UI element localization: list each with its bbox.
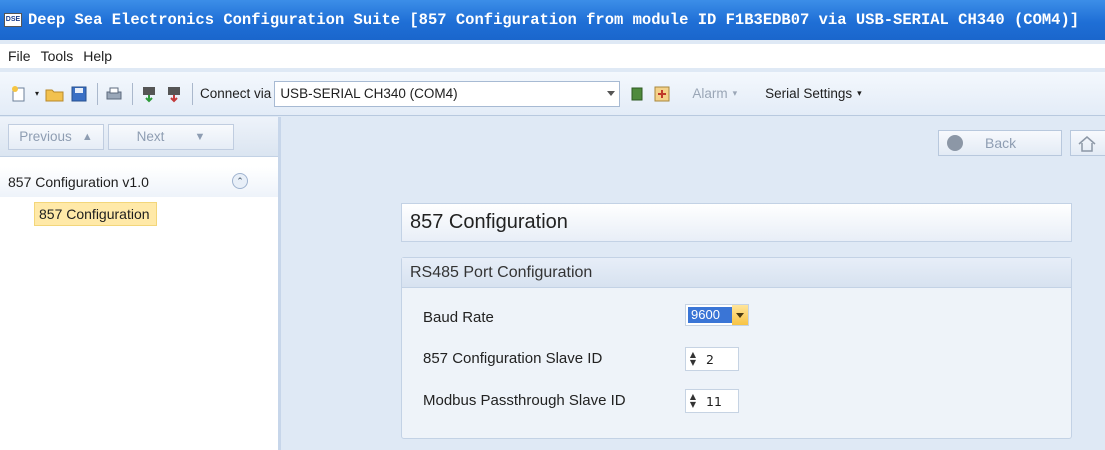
left-navigation-pane: Previous ▲ Next ▼ 857 Configuration v1.0… <box>0 117 281 450</box>
tree-item-label: 857 Configuration <box>39 206 150 222</box>
menu-tools[interactable]: Tools <box>41 48 74 64</box>
chevron-down-icon[interactable] <box>607 90 616 96</box>
home-icon <box>1078 136 1096 152</box>
home-button[interactable] <box>1070 130 1105 156</box>
tree-root[interactable]: 857 Configuration v1.0 ⌃ <box>0 167 278 197</box>
save-icon[interactable] <box>70 85 88 103</box>
slave-id-value: 2 <box>706 351 714 367</box>
next-button[interactable]: Next ▼ <box>108 123 234 150</box>
serial-settings-label: Serial Settings <box>765 86 853 101</box>
chevron-down-icon: ▾ <box>857 88 862 98</box>
chevron-down-icon: ▾ <box>732 88 738 98</box>
read-from-module-icon[interactable] <box>140 85 158 103</box>
back-arrow-icon <box>947 135 963 151</box>
back-label: Back <box>985 135 1017 151</box>
down-arrow-icon: ▼ <box>194 130 206 143</box>
app-icon: DSE <box>4 13 22 27</box>
connection-select[interactable]: USB-SERIAL CH340 (COM4) <box>274 80 621 107</box>
passthrough-stepper[interactable]: ▲ ▼ 11 <box>685 389 739 413</box>
toolbar-separator <box>132 82 134 105</box>
menu-bar: File Tools Help <box>0 44 1105 68</box>
baud-rate-label: Baud Rate <box>423 309 494 326</box>
diagnostics-icon[interactable] <box>653 85 671 103</box>
rs485-section: RS485 Port Configuration Baud Rate 9600 … <box>401 257 1072 439</box>
write-to-module-icon[interactable] <box>165 85 183 103</box>
stepper-arrows-icon[interactable]: ▲ ▼ <box>686 393 700 409</box>
window-title: Deep Sea Electronics Configuration Suite… <box>28 11 1080 29</box>
window-titlebar: DSE Deep Sea Electronics Configuration S… <box>0 0 1105 40</box>
toolbar-separator <box>192 82 194 105</box>
previous-button[interactable]: Previous ▲ <box>8 123 104 150</box>
connection-value: USB-SERIAL CH340 (COM4) <box>280 86 458 101</box>
previous-label: Previous <box>19 129 72 144</box>
stepper-arrows-icon[interactable]: ▲ ▼ <box>686 351 700 367</box>
main-content: Back 857 Configuration RS485 Port Config… <box>284 117 1105 450</box>
connect-via-label: Connect via <box>200 86 272 101</box>
baud-rate-select[interactable]: 9600 <box>685 304 749 326</box>
next-label: Next <box>136 129 165 144</box>
menu-file[interactable]: File <box>8 48 31 64</box>
slave-id-stepper[interactable]: ▲ ▼ 2 <box>685 347 739 371</box>
print-icon[interactable] <box>105 85 123 103</box>
tree-item-857-configuration[interactable]: 857 Configuration <box>34 202 157 226</box>
passthrough-value: 11 <box>706 393 722 409</box>
menu-help[interactable]: Help <box>83 48 112 64</box>
back-button[interactable]: Back <box>938 130 1062 156</box>
section-title: RS485 Port Configuration <box>402 258 1071 288</box>
slave-id-label: 857 Configuration Slave ID <box>423 350 603 367</box>
toolbar-separator <box>97 82 99 105</box>
serial-settings-button[interactable]: Serial Settings ▾ <box>765 86 862 101</box>
collapse-icon[interactable]: ⌃ <box>232 173 248 189</box>
tree-root-label: 857 Configuration v1.0 <box>8 174 149 190</box>
new-icon[interactable] <box>10 85 28 103</box>
alarm-button[interactable]: Alarm ▾ <box>692 86 737 101</box>
chevron-down-icon[interactable] <box>732 305 748 325</box>
toolbar: ▾ Connect via USB-SERIAL CH340 (COM4) Al… <box>0 72 1105 116</box>
passthrough-label: Modbus Passthrough Slave ID <box>423 392 626 409</box>
new-dropdown-icon[interactable]: ▾ <box>35 89 39 98</box>
baud-rate-value: 9600 <box>688 307 732 323</box>
page-title: 857 Configuration <box>401 203 1072 242</box>
up-arrow-icon: ▲ <box>81 130 93 143</box>
module-status-icon[interactable] <box>628 85 646 103</box>
nav-bar: Previous ▲ Next ▼ <box>0 117 278 157</box>
alarm-label: Alarm <box>692 86 728 101</box>
open-folder-icon[interactable] <box>45 85 64 103</box>
